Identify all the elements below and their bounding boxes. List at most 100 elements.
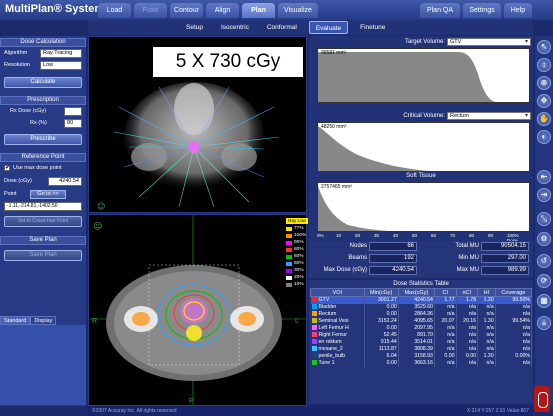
subtab-evaluate[interactable]: Evaluate [308, 21, 349, 34]
isodose-level-label: 100% [294, 233, 307, 238]
scroll-icon[interactable]: ↕ [537, 58, 551, 72]
collapse-icon[interactable]: ⇤ [537, 170, 551, 184]
dose-table-cell: n/a [456, 345, 479, 353]
dose-table-row[interactable]: Seminal Vesi 3152.24 4095.65 20.07 20.16 1.30… [310, 317, 533, 325]
left-panel-body [0, 325, 86, 405]
dose-table-row[interactable]: penile_bulb 6.04 3158.93 0.00 0.00 1.30 0.00% [310, 352, 533, 360]
tab-help[interactable]: Help [504, 3, 532, 18]
dose-table-row[interactable]: Rectum 0.00 2864.36 n/a n/a n/a n/a [310, 310, 533, 318]
subtab-setup[interactable]: Setup [180, 21, 209, 34]
dose-label: Dose (cGy) [4, 178, 32, 184]
dose-table-row[interactable]: en rektum 915.44 3514.01 n/a n/a n/a n/a [310, 338, 533, 346]
pointer-icon[interactable]: ↖ [537, 40, 551, 54]
isodose-level[interactable]: 20% [286, 274, 308, 281]
save-plan-header: Save Plan [0, 236, 86, 245]
dose-statistics-table: Dose Statistics Table VOI Min(cGy) Max(cGy… [309, 280, 533, 404]
dvh-target-curve-svg [318, 52, 495, 102]
reset-icon[interactable]: ↺ [537, 254, 551, 268]
voi-color-swatch [311, 325, 317, 331]
dose-table-column-header[interactable]: Max(cGy) [397, 288, 435, 297]
dose-table-cell: n/a [477, 331, 496, 339]
brand-logo [534, 386, 550, 412]
dose-table-cell: n/a [495, 359, 533, 367]
tab-standard[interactable]: Standard [0, 316, 31, 325]
dose-table-column-header[interactable]: HI [477, 288, 496, 297]
dose-table-row[interactable]: Left Femur H 0.00 2097.95 n/a n/a n/a n/a [310, 324, 533, 332]
use-max-checkbox[interactable] [4, 164, 10, 171]
dose-table-cell: 1.78 [456, 296, 479, 304]
dose-table-row[interactable]: Tune 1 0.00 3663.16 n/a n/a n/a n/a [310, 359, 533, 367]
isodose-legend-header: Ray Low [286, 218, 308, 224]
dose-table-row[interactable]: GTV 3001.27 4240.54 1.77 1.78 1.30 99.50% [310, 296, 533, 304]
soft-tissue-label: Soft Tissue [406, 173, 436, 179]
isodose-swatch [286, 268, 292, 273]
dose-table-column-header[interactable]: CI [433, 288, 457, 297]
tab-plan[interactable]: Plan [242, 3, 275, 18]
isodose-level-label: 20% [294, 275, 304, 280]
pan-icon[interactable]: ✥ [537, 94, 551, 108]
point-field[interactable]: -1.11,-214.81,-1402.50 [4, 202, 82, 211]
resolution-select[interactable]: Low [40, 61, 82, 70]
isodose-level[interactable]: 77% [286, 225, 308, 232]
point-row: Point Go to >> [0, 190, 86, 200]
dose-table-column-header[interactable]: Coverage [494, 288, 533, 297]
dose-table-row[interactable]: Right Femur 52.45 891.70 n/a n/a n/a n/a [310, 331, 533, 339]
rotate-icon[interactable]: ⟳ [537, 274, 551, 288]
subtab-conformal[interactable]: Conformal [261, 21, 303, 34]
tab-align[interactable]: Align [206, 3, 239, 18]
dose-table-column-header[interactable]: nCI [455, 288, 479, 297]
layout-icon[interactable]: ▦ [537, 294, 551, 308]
critical-volume-selector: Critical Volume: Rectum [309, 112, 533, 122]
dose-table-cell: n/a [477, 338, 496, 346]
download-icon[interactable]: ⤓ [537, 316, 551, 330]
goto-button[interactable]: Go to >> [30, 190, 66, 199]
use-max-label: Use max dose point [13, 165, 62, 171]
zoom-icon[interactable]: ⊕ [537, 76, 551, 90]
dose-table-cell: n/a [434, 324, 457, 332]
tab-settings[interactable]: Settings [463, 3, 501, 18]
contrast-icon[interactable]: ◐ [537, 130, 551, 144]
dose-table-column-header[interactable]: Min(cGy) [363, 288, 399, 297]
subtab-finetune[interactable]: Finetune [354, 21, 391, 34]
dose-table-cell: n/a [477, 303, 496, 311]
tab-plan-qa[interactable]: Plan QA [420, 3, 460, 18]
measure-icon[interactable]: ⤡ [537, 212, 551, 226]
dose-field[interactable]: 4240.54 [48, 177, 82, 186]
isodose-level[interactable]: 30% [286, 267, 308, 274]
critical-volume-select[interactable]: Rectum [447, 112, 531, 120]
voi-color-swatch [311, 311, 317, 317]
isodose-level[interactable]: 100% [286, 232, 308, 239]
isodose-level[interactable]: 80% [286, 246, 308, 253]
dose-table-cell: 0.00 [434, 352, 457, 360]
dose-table-column-header[interactable]: VOI [310, 288, 365, 297]
tab-visualize[interactable]: Visualize [278, 3, 318, 18]
subtab-isocentric[interactable]: Isocentric [215, 21, 255, 34]
algorithm-select[interactable]: Ray Tracing [40, 49, 82, 58]
calculate-button[interactable]: Calculate [4, 77, 82, 88]
settings-icon[interactable]: ⚙ [537, 232, 551, 246]
isodose-level[interactable]: 10% [286, 281, 308, 288]
isodose-level[interactable]: 90% [286, 239, 308, 246]
algorithm-label: Algorithm [4, 50, 28, 56]
beam-3d-view[interactable]: ☺ 5 X 730 cGy [88, 36, 307, 213]
ct-axial-view[interactable]: R L P ☺ [88, 214, 307, 406]
dose-table-row[interactable]: mesane_2 1113.87 3808.39 n/a n/a n/a n/a [310, 345, 533, 353]
max-mu-value: 989.99 [481, 266, 529, 275]
dose-table-cell: n/a [456, 338, 479, 346]
tab-load[interactable]: Load [98, 3, 131, 18]
dose-table-cell: 99.50% [495, 296, 533, 304]
tab-contour[interactable]: Contour [170, 3, 203, 18]
isodose-level[interactable]: 50% [286, 260, 308, 267]
rx-pct-field[interactable]: 80 [64, 119, 82, 128]
tab-display[interactable]: Display [30, 316, 57, 325]
dose-table-row[interactable]: Bladder 0.00 3529.60 n/a n/a n/a n/a [310, 303, 533, 311]
target-volume-select[interactable]: GTV [447, 38, 531, 46]
prescribe-button[interactable]: Prescribe [4, 134, 82, 145]
isodose-swatch [286, 247, 292, 252]
dose-table-cell: 0.00 [364, 359, 399, 367]
expand-icon[interactable]: ⇥ [537, 188, 551, 202]
resolution-row: Resolution Low [0, 61, 86, 71]
rx-dose-field[interactable] [64, 107, 82, 116]
isodose-level[interactable]: 60% [286, 253, 308, 260]
hand-icon[interactable]: ✋ [537, 112, 551, 126]
